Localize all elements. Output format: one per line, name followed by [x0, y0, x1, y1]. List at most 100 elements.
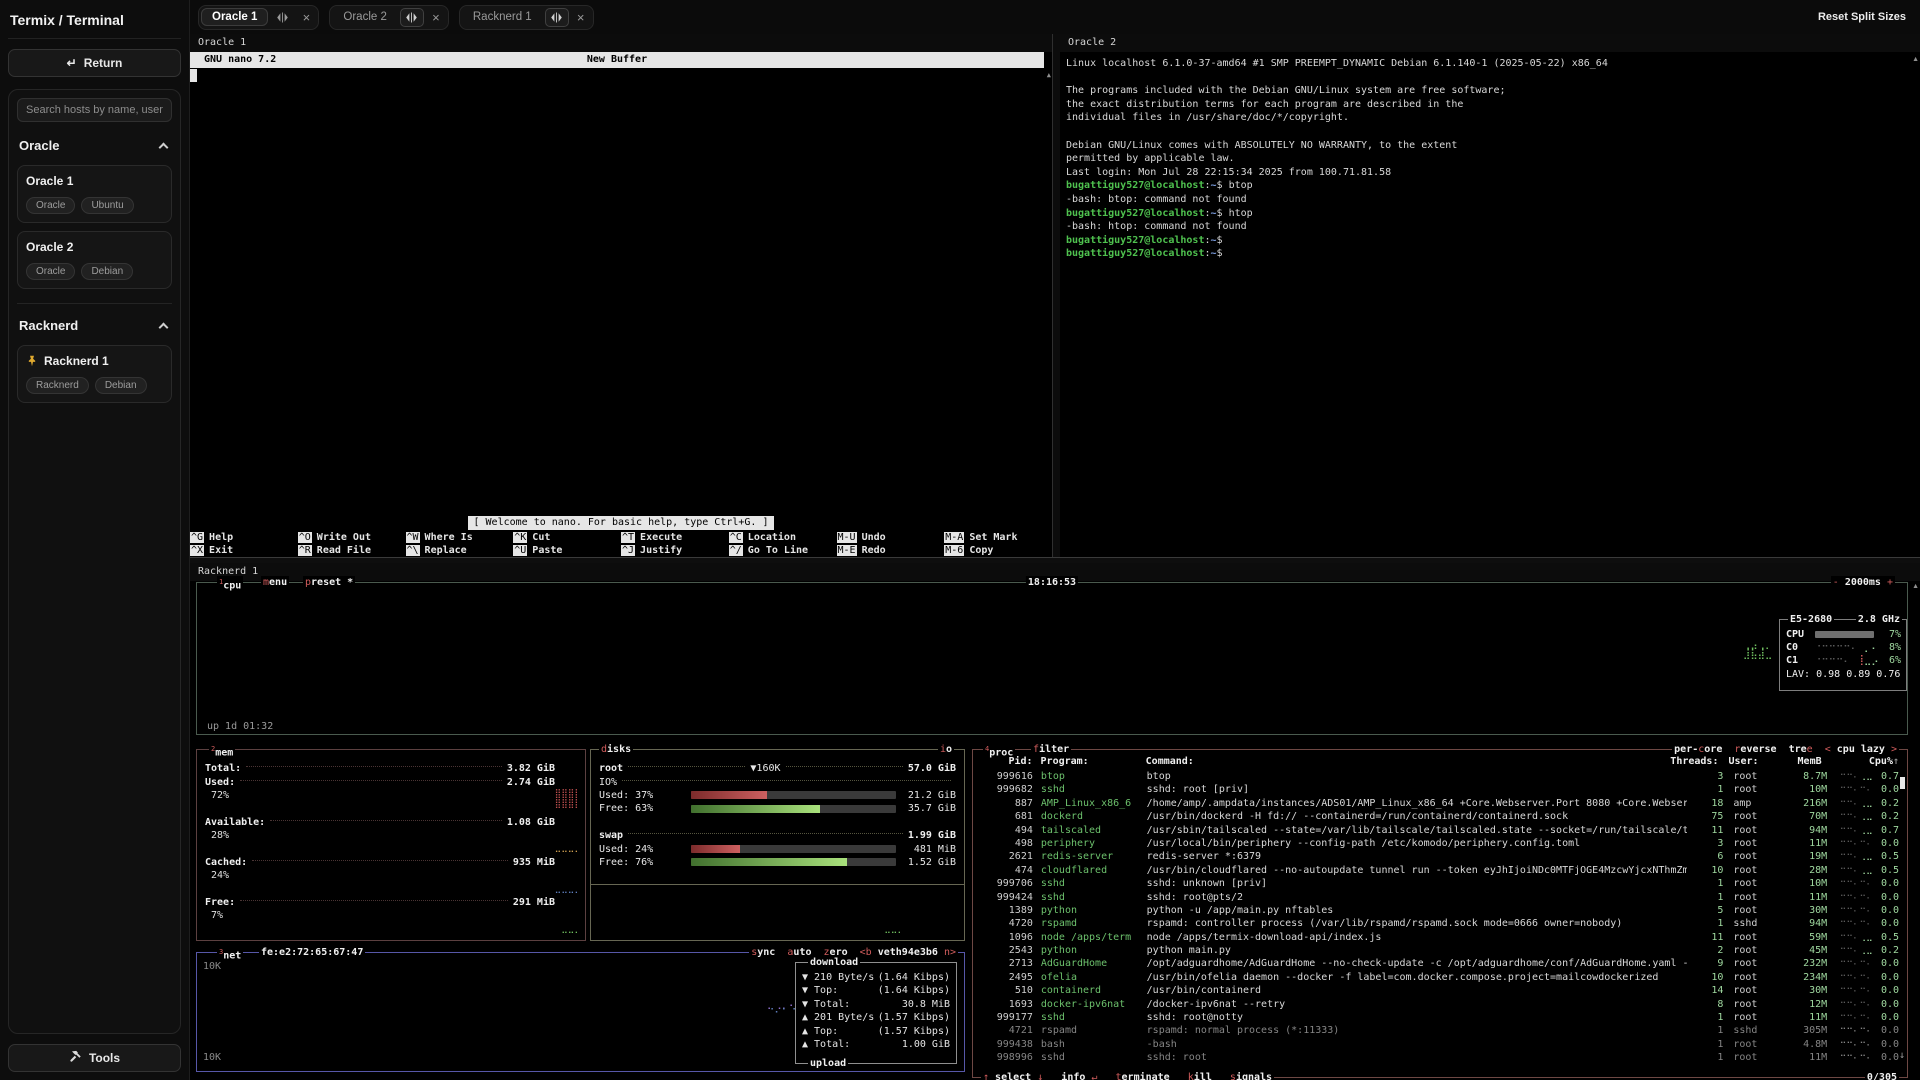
mem-row-value: 3.82 GiB — [507, 763, 555, 774]
shortcut-key: ^R — [298, 545, 312, 556]
process-row[interactable]: 510containerd/usr/bin/containerd14root30… — [981, 984, 1899, 997]
net-scale-bottom: 10K — [203, 1052, 221, 1063]
nano-bottom-bar: [ Welcome to nano. For basic help, type … — [190, 516, 1052, 557]
disk-row: Free: 76%1.52 GiB — [591, 856, 964, 869]
process-row[interactable]: 999424sshdsshd: root@pts/21root11M⠀⠒⠒⠄⠒⠄… — [981, 891, 1899, 904]
process-row[interactable]: 998996sshdsshd: root1root11M⠀⠒⠒⠄⠒⠄0.0 — [981, 1051, 1899, 1064]
btop-monitor[interactable]: 1cpu menu preset * 18:16:53 - 2000ms + u… — [190, 581, 1920, 1080]
process-row[interactable]: 999438bash-bash1root4.8M⠀⠒⠒⠄⠒⠄0.0 — [981, 1038, 1899, 1051]
btop-mem-box: 2mem Total:3.82 GiBUsed:2.74 GiB72%Avail… — [196, 749, 586, 941]
pin-icon — [26, 355, 38, 367]
shortcut-key: M-6 — [944, 545, 964, 556]
host-card[interactable]: Racknerd 1 RacknerdDebian — [17, 345, 172, 403]
pane-title: Oracle 1 — [190, 34, 1052, 52]
terminal-oracle1[interactable]: GNU nano 7.2 New Buffer ▲ [ Welcome to n… — [190, 52, 1052, 557]
process-row[interactable]: 2495ofelia/usr/bin/ofelia daemon --docke… — [981, 971, 1899, 984]
net-stat-row: ▼ Top:(1.64 Kibps) — [796, 984, 956, 997]
tools-button[interactable]: Tools — [8, 1044, 181, 1072]
host-card[interactable]: Oracle 2OracleDebian — [17, 231, 172, 289]
process-row[interactable]: 4720rspamdrspamd: controller process (/v… — [981, 917, 1899, 930]
tab-label[interactable]: Oracle 1 — [201, 8, 268, 26]
scroll-up-icon[interactable]: ▲ — [1047, 69, 1051, 83]
pane-title: Oracle 2 — [1060, 34, 1920, 52]
scroll-up-icon[interactable]: ▲ — [1912, 583, 1919, 590]
process-row[interactable]: 498periphery/usr/local/bin/periphery --c… — [981, 837, 1899, 850]
close-tab-icon[interactable]: × — [296, 8, 316, 27]
terminal-line: Last login: Mon Jul 28 22:15:34 2025 fro… — [1066, 166, 1920, 180]
vertical-split-handle[interactable] — [1052, 34, 1060, 557]
update-interval-control[interactable]: - 2000ms + — [1831, 576, 1895, 589]
proc-sort-controls[interactable]: per-core reverse tree < cpu lazy > — [1672, 743, 1899, 756]
terminal-line: bugattiguy527@localhost:~$ — [1066, 247, 1920, 261]
process-row[interactable]: 681dockerd/usr/bin/dockerd -H fd:// --co… — [981, 810, 1899, 823]
tab-racknerd-1[interactable]: Racknerd 1 × — [459, 5, 594, 30]
process-row[interactable]: 1389pythonpython -u /app/main.py nftable… — [981, 904, 1899, 917]
search-input[interactable] — [17, 98, 172, 122]
host-tags: RacknerdDebian — [26, 377, 163, 394]
proc-scrollbar[interactable] — [1900, 777, 1905, 789]
return-button[interactable]: ↵ Return — [8, 49, 181, 77]
mem-row: Free:291 MiB — [197, 896, 585, 909]
process-row[interactable]: 999706sshdsshd: unknown [priv]1root10M⠀⠒… — [981, 877, 1899, 890]
host-tag: Ubuntu — [81, 197, 133, 214]
mem-row-value: 2.74 GiB — [507, 777, 555, 788]
reset-split-sizes-button[interactable]: Reset Split Sizes — [1818, 11, 1906, 23]
split-pane-icon[interactable] — [270, 8, 294, 27]
nano-shortcut: ^WWhere Is — [406, 531, 514, 544]
termix-app: Termix / Terminal ↵ Return OracleOracle … — [0, 0, 1920, 1080]
tab-label[interactable]: Oracle 2 — [332, 8, 397, 26]
host-tag: Oracle — [26, 263, 75, 280]
process-row[interactable]: 4721rspamdrspamd: normal process (*:1133… — [981, 1024, 1899, 1037]
preset-button[interactable]: preset * — [303, 576, 355, 589]
tab-label[interactable]: Racknerd 1 — [462, 8, 543, 26]
process-row[interactable]: 999616btopbtop3root8.7M⠀⠒⠒⠄⢀⣀0.7 — [981, 770, 1899, 783]
process-row[interactable]: 887AMP_Linux_x86_6/home/amp/.ampdata/ins… — [981, 797, 1899, 810]
disk-row — [591, 816, 964, 829]
process-row[interactable]: 999682sshdsshd: root [priv]1root10M⠀⠒⠒⠄⠒… — [981, 783, 1899, 796]
nano-shortcut: ^XExit — [190, 544, 298, 557]
terminal-oracle2[interactable]: Linux localhost 6.1.0-37-amd64 #1 SMP PR… — [1060, 52, 1920, 557]
process-row[interactable]: 2543pythonpython main.py2root45M⠀⠒⠒⠄⢀⣀0.… — [981, 944, 1899, 957]
process-row[interactable]: 474cloudflared/usr/bin/cloudflared --no-… — [981, 864, 1899, 877]
close-tab-icon[interactable]: × — [571, 8, 591, 27]
section-header[interactable]: Racknerd — [17, 314, 172, 337]
terminal-line — [1066, 125, 1920, 139]
menu-button[interactable]: menu — [261, 576, 289, 589]
terminal-line: Debian GNU/Linux comes with ABSOLUTELY N… — [1066, 139, 1920, 153]
filter-button[interactable]: filter — [1031, 743, 1071, 756]
hammer-icon — [69, 1050, 82, 1066]
host-card[interactable]: Oracle 1OracleUbuntu — [17, 165, 172, 223]
net-graph-dots: ⠈⠂⠁⠈ — [767, 1008, 796, 1019]
shortcut-key: ^T — [621, 532, 635, 543]
host-name: Racknerd 1 — [26, 354, 163, 368]
process-row[interactable]: 494tailscaled/usr/sbin/tailscaled --stat… — [981, 824, 1899, 837]
shortcut-label: Redo — [862, 545, 886, 556]
split-pane-icon[interactable] — [400, 8, 424, 27]
split-pane-icon[interactable] — [545, 8, 569, 27]
mem-row-value: 291 MiB — [513, 897, 555, 908]
tab-oracle-1[interactable]: Oracle 1 × — [198, 5, 319, 30]
scroll-down-icon[interactable]: ↓ — [1899, 1050, 1905, 1061]
host-tags: OracleDebian — [26, 263, 163, 280]
scroll-up-icon[interactable]: ▲ — [1912, 56, 1919, 63]
close-tab-icon[interactable]: × — [426, 8, 446, 27]
section-header[interactable]: Oracle — [17, 134, 172, 157]
process-row[interactable]: 1096node /apps/termnode /apps/termix-dow… — [981, 931, 1899, 944]
terminal-line: the exact distribution terms for each pr… — [1066, 98, 1920, 112]
shortcut-key: ^X — [190, 545, 204, 556]
terminal-line: -bash: htop: command not found — [1066, 220, 1920, 234]
process-row[interactable]: 2621redis-serverredis-server *:63796root… — [981, 850, 1899, 863]
nano-titlebar: GNU nano 7.2 New Buffer — [190, 52, 1044, 68]
disk-graph-dots: ⣀⣀⡀ — [884, 924, 904, 934]
disk-row: Used: 24%481 MiB — [591, 842, 964, 855]
nano-shortcut: ^CLocation — [729, 531, 837, 544]
process-row[interactable]: 1693docker-ipv6nat/docker-ipv6nat --retr… — [981, 998, 1899, 1011]
process-row[interactable]: 999177sshdsshd: root@notty1root11M⠀⠒⠒⠄⠒⠄… — [981, 1011, 1899, 1024]
shortcut-key: ^O — [298, 532, 312, 543]
mem-graph-dots: ⣀⣀⡀ — [561, 924, 581, 934]
tab-oracle-2[interactable]: Oracle 2 × — [329, 5, 448, 30]
net-stat-row: ▼ 210 Byte/s(1.64 Kibps) — [796, 971, 956, 984]
mem-row-percent: 7% — [197, 909, 585, 922]
process-row[interactable]: 2713AdGuardHome/opt/adguardhome/AdGuardH… — [981, 957, 1899, 970]
mem-row-value: 935 MiB — [513, 857, 555, 868]
